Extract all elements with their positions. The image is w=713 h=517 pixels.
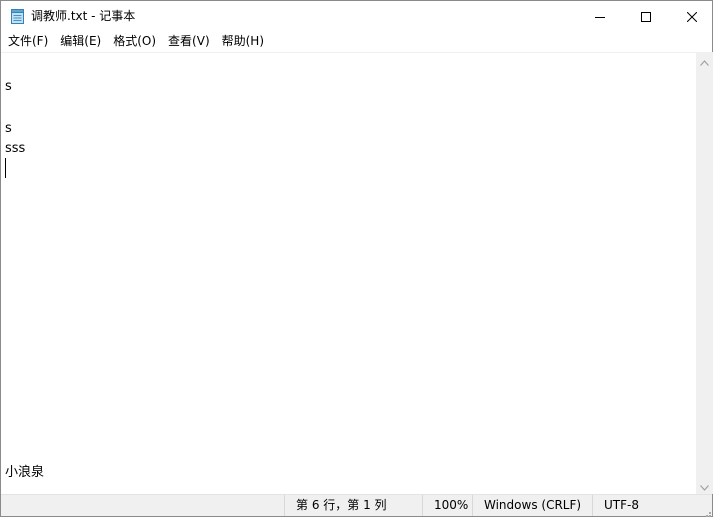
menu-format[interactable]: 格式(O) xyxy=(106,31,161,51)
resize-grip-icon[interactable] xyxy=(701,505,711,517)
status-encoding: UTF-8 xyxy=(592,495,712,516)
window-title: 调教师.txt - 记事本 xyxy=(31,9,136,23)
menu-view[interactable]: 查看(V) xyxy=(161,31,215,51)
chevron-down-icon xyxy=(700,476,709,495)
minimize-button[interactable] xyxy=(577,1,623,31)
editor-line-5: sss xyxy=(5,141,26,156)
close-icon xyxy=(686,7,698,26)
text-editor[interactable]: s s sss 小浪泉 xyxy=(1,52,696,494)
menu-edit[interactable]: 编辑(E) xyxy=(53,31,106,51)
notepad-icon[interactable] xyxy=(11,8,24,24)
status-zoom: 100% xyxy=(422,495,472,516)
status-bar: 第 6 行，第 1 列 100% Windows (CRLF) UTF-8 xyxy=(1,494,712,517)
status-cursor-position: 第 6 行，第 1 列 xyxy=(284,495,422,516)
menu-bar: 文件(F) 编辑(E) 格式(O) 查看(V) 帮助(H) xyxy=(1,31,712,51)
maximize-icon xyxy=(641,7,651,26)
editor-line-4: s xyxy=(5,121,12,136)
status-line-ending: Windows (CRLF) xyxy=(472,495,592,516)
menu-file[interactable]: 文件(F) xyxy=(1,31,53,51)
title-bar[interactable]: 调教师.txt - 记事本 xyxy=(1,1,712,31)
maximize-button[interactable] xyxy=(623,1,669,31)
editor-line-2: s xyxy=(5,79,12,94)
vertical-scrollbar[interactable] xyxy=(696,52,713,494)
minimize-icon xyxy=(595,7,605,26)
notepad-window: 调教师.txt - 记事本 文件(F) 编辑(E) 格式(O) 查看(V) 帮助… xyxy=(0,0,713,517)
scroll-up-button[interactable] xyxy=(696,52,713,69)
text-caret xyxy=(5,158,6,178)
scroll-down-button[interactable] xyxy=(696,477,713,494)
close-button[interactable] xyxy=(669,1,713,31)
chevron-up-icon xyxy=(700,51,709,70)
menu-help[interactable]: 帮助(H) xyxy=(215,31,269,51)
editor-line-bottom: 小浪泉 xyxy=(5,465,45,480)
